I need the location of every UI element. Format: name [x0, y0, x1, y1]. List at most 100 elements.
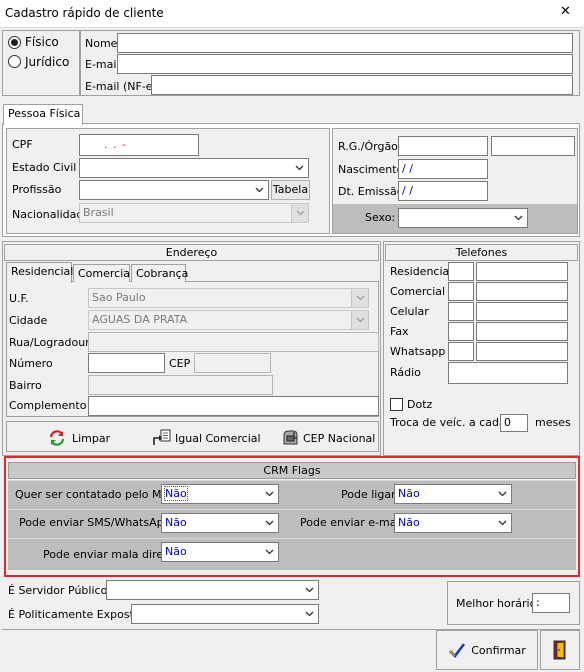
phone-label-residencial: Residencial: [390, 265, 453, 278]
troca-input[interactable]: 0: [500, 414, 528, 432]
contato-mkt-label: Quer ser contatado pelo MKT: [15, 488, 175, 501]
tab-pessoa-fisica[interactable]: Pessoa Física: [3, 104, 83, 125]
sms-select[interactable]: Não: [161, 513, 279, 533]
chevron-down-icon[interactable]: [510, 209, 527, 227]
politicamente-exposto-select[interactable]: [131, 604, 319, 624]
tabela-button[interactable]: Tabela: [271, 180, 310, 200]
estado-civil-label: Estado Civil: [12, 161, 77, 174]
phone-label-comercial: Comercial: [390, 285, 446, 298]
tab-comercial[interactable]: Comercial: [73, 264, 133, 282]
profissao-select[interactable]: [79, 180, 269, 200]
uf-select[interactable]: Sao Paulo: [88, 288, 369, 308]
estado-civil-select[interactable]: [79, 158, 309, 178]
chevron-down-icon[interactable]: [351, 311, 368, 329]
melhor-horario-input[interactable]: :: [532, 593, 570, 613]
chevron-down-icon[interactable]: [261, 543, 278, 561]
tab-residencial[interactable]: Residencial: [6, 262, 73, 283]
orgao-input[interactable]: [491, 136, 575, 156]
bairro-input[interactable]: [88, 375, 273, 395]
cep-nacional-button[interactable]: CEP Nacional: [281, 428, 375, 448]
email-label: E-mail: [85, 58, 120, 71]
juridico-label: Jurídico: [25, 55, 70, 69]
meses-label: meses: [535, 416, 571, 429]
phone-input-residencial[interactable]: [476, 262, 568, 281]
exit-button[interactable]: [540, 630, 580, 670]
crm-flags-title: CRM Flags: [8, 462, 576, 479]
phone-input-comercial[interactable]: [476, 282, 568, 301]
phone-label-celular: Celular: [390, 305, 429, 318]
checkmark-icon: [449, 643, 466, 658]
cidade-select[interactable]: AGUAS DA PRATA: [88, 310, 369, 330]
dt-emissao-input[interactable]: / /: [398, 181, 488, 201]
cpf-label: CPF: [12, 138, 33, 151]
mala-label: Pode enviar mala direta: [43, 548, 175, 561]
cpf-input[interactable]: . . -: [79, 134, 199, 156]
cep-input[interactable]: [194, 353, 271, 373]
numero-label: Número: [9, 357, 53, 370]
ddd-input-fax[interactable]: [448, 322, 474, 341]
cpf-mask: . . -: [104, 138, 127, 151]
pode-ligar-label: Pode ligar: [341, 488, 396, 501]
chevron-down-icon[interactable]: [261, 485, 278, 503]
phone-input-whatsapp[interactable]: [476, 342, 568, 361]
phone-label-whatsapp: Whatsapp: [390, 345, 446, 358]
window-title: Cadastro rápido de cliente: [5, 6, 164, 20]
rg-input[interactable]: [398, 136, 488, 156]
chevron-down-icon[interactable]: [251, 181, 268, 199]
rg-label: R.G./Órgão: [338, 140, 398, 153]
chevron-down-icon[interactable]: [291, 204, 308, 222]
email-nfe-input[interactable]: [151, 75, 573, 95]
politicamente-exposto-label: É Politicamente Exposto: [8, 608, 141, 621]
cidade-label: Cidade: [9, 314, 48, 327]
phone-label-fax: Fax: [390, 325, 409, 338]
phone-input-celular[interactable]: [476, 302, 568, 321]
exit-door-icon: [553, 640, 566, 660]
telefones-title: Telefones: [385, 244, 578, 261]
chevron-down-icon[interactable]: [351, 289, 368, 307]
tab-cobranca[interactable]: Cobrança: [131, 264, 188, 282]
radio-input[interactable]: [448, 362, 568, 384]
chevron-down-icon[interactable]: [494, 485, 511, 503]
servidor-publico-select[interactable]: [106, 580, 319, 600]
fisico-radio[interactable]: [8, 36, 21, 49]
email-input[interactable]: [117, 54, 573, 74]
chevron-down-icon[interactable]: [301, 581, 318, 599]
chevron-down-icon[interactable]: [291, 159, 308, 177]
rua-input[interactable]: [88, 332, 379, 352]
limpar-button[interactable]: Limpar: [48, 428, 110, 448]
mala-select[interactable]: Não: [161, 542, 279, 562]
cep-label: CEP: [169, 357, 191, 370]
juridico-radio[interactable]: [8, 55, 21, 68]
ddd-input-whatsapp[interactable]: [448, 342, 474, 361]
sexo-select[interactable]: [398, 208, 528, 228]
chevron-down-icon[interactable]: [301, 605, 318, 623]
nome-input[interactable]: [117, 33, 573, 53]
nacionalidade-select[interactable]: Brasil: [79, 203, 309, 223]
mailbox-icon: [283, 430, 298, 445]
melhor-horario-label: Melhor horário: [456, 597, 537, 610]
complemento-label: Complemento: [9, 399, 87, 412]
chevron-down-icon[interactable]: [494, 514, 511, 532]
bairro-label: Bairro: [9, 379, 42, 392]
email-crm-select[interactable]: Não: [394, 513, 512, 533]
igual-comercial-button[interactable]: Igual Comercial: [152, 428, 261, 448]
contato-mkt-select[interactable]: Não: [161, 484, 279, 504]
rua-label: Rua/Logradouro: [9, 336, 97, 349]
pode-ligar-select[interactable]: Não: [394, 484, 512, 504]
email-crm-label: Pode enviar e-mail: [300, 516, 403, 529]
uf-label: U.F.: [9, 292, 29, 305]
numero-input[interactable]: [88, 353, 165, 373]
phone-input-fax[interactable]: [476, 322, 568, 341]
dt-emissao-label: Dt. Emissão: [338, 185, 404, 198]
chevron-down-icon[interactable]: [261, 514, 278, 532]
servidor-publico-label: É Servidor Público: [8, 584, 108, 597]
nascimento-input[interactable]: / /: [398, 159, 488, 179]
fisico-label: Físico: [25, 35, 59, 49]
complemento-input[interactable]: [88, 396, 379, 416]
ddd-input-celular[interactable]: [448, 302, 474, 321]
confirmar-button[interactable]: Confirmar: [436, 630, 538, 670]
ddd-input-residencial[interactable]: [448, 262, 474, 281]
ddd-input-comercial[interactable]: [448, 282, 474, 301]
close-icon[interactable]: ✕: [560, 5, 571, 19]
dotz-checkbox[interactable]: [390, 398, 403, 411]
